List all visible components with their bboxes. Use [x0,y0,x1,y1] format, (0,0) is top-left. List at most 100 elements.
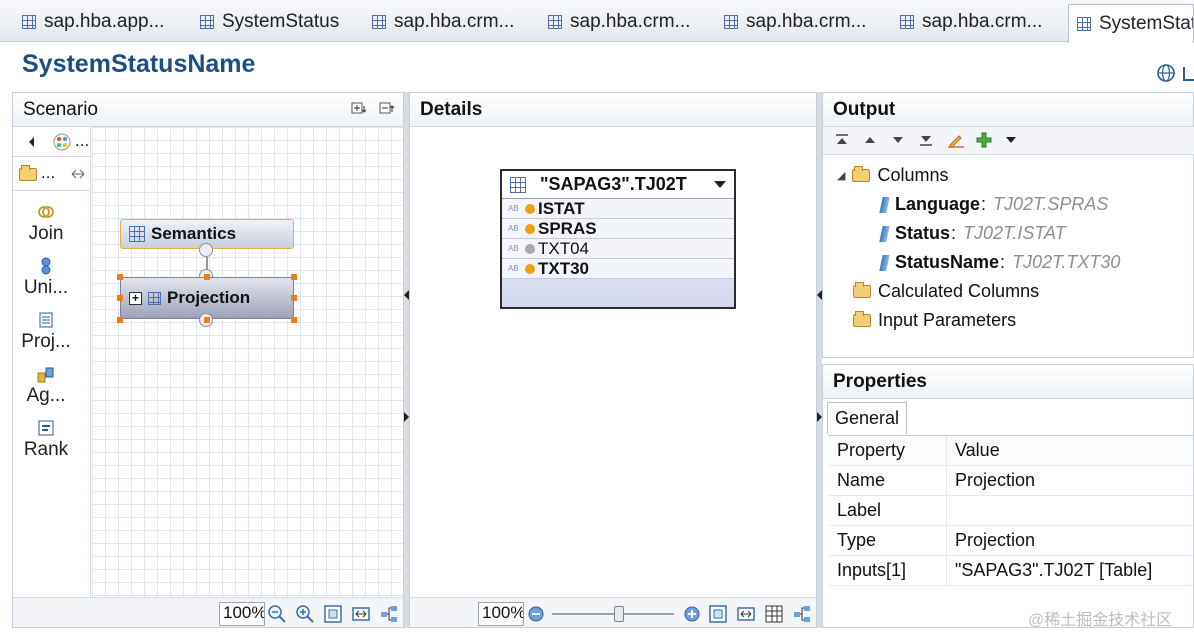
zoom-level-field[interactable]: 100% [478,602,524,626]
palette-colors-icon[interactable] [53,133,71,151]
tab-label: sap.hba.crm... [746,11,867,32]
table-column-txt04[interactable]: AB TXT04 [502,239,734,259]
table-column-spras[interactable]: AB SPRAS [502,219,734,239]
column-name: ISTAT [538,198,585,218]
zoom-level-field[interactable]: 100% [219,602,265,626]
palette-rank[interactable]: Rank [13,419,79,461]
back-icon[interactable] [29,137,34,147]
data-source-table[interactable]: "SAPAG3".TJ02T AB ISTAT AB SPRAS AB TXT0… [500,169,736,309]
palette-projection[interactable]: Proj... [13,311,79,353]
table-column-istat[interactable]: AB ISTAT [502,199,734,219]
dropdown-arrow-icon[interactable] [1005,136,1017,144]
tree-expanded-icon[interactable]: ◢ [837,169,845,182]
move-to-bottom-icon[interactable] [919,133,933,147]
globe-icon[interactable] [1156,63,1176,83]
selection-handle[interactable] [291,295,297,301]
selection-handle[interactable] [117,317,123,323]
property-value[interactable]: Projection [947,526,1193,555]
output-toolbar [823,127,1194,155]
string-type-icon: AB [508,224,519,233]
palette-join[interactable]: Join [13,203,79,245]
collapse-all-icon[interactable] [379,100,397,116]
watermark-text: @稀土掘金技术社区 [1028,612,1173,629]
tree-column-language[interactable]: Language: TJ02T.SPRAS [879,194,1108,215]
aggregation-icon [37,367,54,383]
expand-node-button[interactable]: + [129,291,142,305]
tab-6-active[interactable]: SystemStatu [1068,4,1194,43]
tree-node-calculated-columns[interactable]: Calculated Columns [853,281,1039,302]
expand-all-icon[interactable] [351,100,369,116]
table-menu-icon[interactable] [714,181,726,188]
zoom-out-icon[interactable] [267,604,287,624]
tab-0[interactable]: sap.hba.app... [8,4,178,40]
string-type-icon: AB [508,204,519,213]
fit-width-icon[interactable] [736,604,756,624]
selection-handle[interactable] [204,317,210,323]
fit-width-icon[interactable] [351,604,371,624]
palette-join-label: Join [28,223,64,244]
property-row[interactable]: Label [829,496,1193,526]
move-up-icon[interactable] [863,133,877,147]
property-row[interactable]: Inputs[1] "SAPAG3".TJ02T [Table] [829,556,1193,586]
property-value[interactable]: Projection [947,466,1193,495]
tree-column-statusname[interactable]: StatusName: TJ02T.TXT30 [879,252,1120,273]
palette-union-label: Uni... [23,277,69,298]
tree-node-columns[interactable]: ◢ Columns [837,165,949,186]
selection-handle[interactable] [117,274,123,280]
selected-dot-icon[interactable] [525,223,535,234]
selection-handle[interactable] [117,295,123,301]
palette-aggregation[interactable]: Ag... [13,365,79,407]
property-value[interactable]: "SAPAG3".TJ02T [Table] [947,556,1193,585]
selected-dot-icon[interactable] [525,203,535,214]
semantics-label: Semantics [151,224,237,243]
semantics-output-port[interactable] [199,243,213,257]
zoom-slider-track[interactable] [552,613,674,615]
auto-layout-icon[interactable] [792,604,812,624]
tree-column-status[interactable]: Status: TJ02T.ISTAT [879,223,1066,244]
calc-view-icon [372,13,388,31]
palette-drawer-label: ... [41,163,56,182]
page-title: SystemStatusName [22,50,256,78]
chart-icon[interactable] [1182,63,1194,83]
column-name: Language [895,194,981,214]
move-down-icon[interactable] [891,133,905,147]
union-icon [41,257,51,275]
property-key: Name [829,466,947,495]
selected-dot-icon[interactable] [525,263,535,274]
tree-node-input-parameters[interactable]: Input Parameters [853,310,1016,331]
table-column-txt30[interactable]: AB TXT30 [502,259,734,279]
zoom-slider-thumb[interactable] [614,606,624,622]
tab-3[interactable]: sap.hba.crm... [534,4,704,40]
swap-icon[interactable] [71,169,85,179]
add-plus-icon[interactable] [975,131,993,149]
palette-drawer[interactable]: ... [13,157,91,191]
palette-more[interactable]: ... [75,131,89,151]
tab-general[interactable]: General [827,402,907,434]
tab-4[interactable]: sap.hba.crm... [710,4,880,40]
output-title: Output [833,98,896,120]
scenario-header: Scenario [13,93,403,127]
property-value[interactable] [947,496,1193,525]
property-row[interactable]: Name Projection [829,466,1193,496]
details-header: Details [410,93,816,127]
table-view-icon[interactable] [764,604,784,624]
tab-1[interactable]: SystemStatus [186,4,354,40]
zoom-in-icon[interactable] [682,604,702,624]
selection-handle[interactable] [204,274,210,280]
tab-5[interactable]: sap.hba.crm... [886,4,1056,40]
auto-layout-icon[interactable] [379,604,399,624]
zoom-out-icon[interactable] [526,604,546,624]
scenario-canvas[interactable]: Semantics + Projection [92,127,403,597]
selection-handle[interactable] [291,317,297,323]
fit-to-window-icon[interactable] [708,604,728,624]
selection-handle[interactable] [291,274,297,280]
palette-union[interactable]: Uni... [13,257,79,299]
move-to-top-icon[interactable] [835,133,849,147]
edit-pencil-icon[interactable] [947,132,965,148]
fit-to-window-icon[interactable] [323,604,343,624]
unselected-dot-icon[interactable] [525,243,535,254]
calc-view-icon [1077,15,1093,33]
property-row[interactable]: Type Projection [829,526,1193,556]
zoom-in-icon[interactable] [295,604,315,624]
tab-2[interactable]: sap.hba.crm... [358,4,528,40]
